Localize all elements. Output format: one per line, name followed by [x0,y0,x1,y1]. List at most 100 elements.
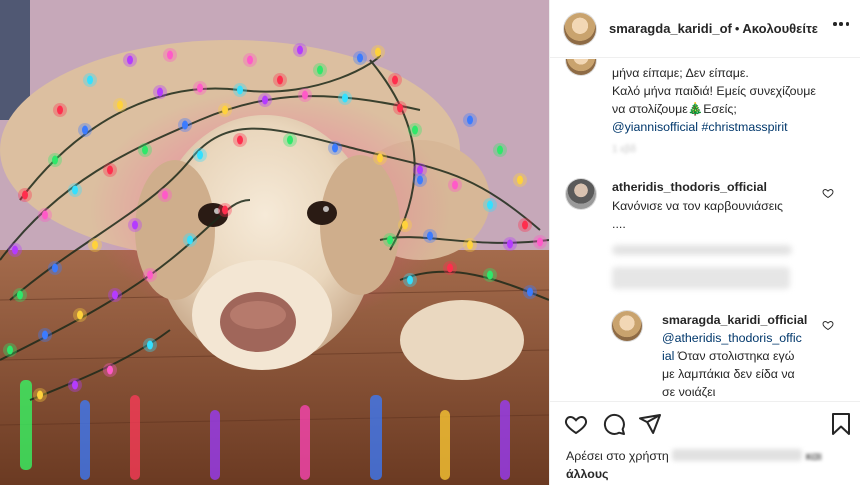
dog-with-christmas-lights-image [0,0,549,485]
reply-username[interactable]: smaragda_karidi_official [662,311,808,329]
reply-mention-link-cont[interactable]: ial [662,349,674,363]
caption-line: να στολίζουμε🎄Εσείς; [612,100,852,118]
likes-others-link[interactable]: άλλους [566,467,608,481]
light-bulb [127,55,133,65]
light-bulb [92,240,98,250]
following-button[interactable]: Ακολουθείτε [742,21,818,36]
light-bulb [22,190,28,200]
comment-text: Κανόνισε να τον καρβουνιάσεις .... [612,197,832,233]
reply-line: σε νοιάζει [662,385,716,399]
light-bulb [77,310,83,320]
post-actions: Αρέσει στο χρήστη και άλλους [550,401,860,485]
light-bulb [317,65,323,75]
light-bulb [117,100,123,110]
light-bulb [157,87,163,97]
caption-author-avatar[interactable] [566,59,596,75]
post-caption: μήνα είπαμε; Δεν είπαμε. Καλό μήνα παιδι… [612,64,852,136]
light-bulb [7,345,13,355]
light-bulb [182,120,188,130]
post-header: smaragda_karidi_of • Ακολουθείτε [550,0,860,58]
comment-like-heart-icon[interactable] [822,187,834,199]
light-bulb [517,175,523,185]
light-bulb [12,245,18,255]
blurred-comment-meta [612,245,792,255]
reply-mention-link[interactable]: @atheridis_thodoris_offic [662,331,802,345]
commenter-avatar[interactable] [566,179,596,209]
light-bulb [487,270,493,280]
caption-mention-link[interactable]: @yiannisofficial [612,120,698,134]
light-bulb [147,340,153,350]
heart-icon[interactable] [564,412,588,436]
reply-like-heart-icon[interactable] [822,319,834,331]
light-bulb [112,290,118,300]
light-bulb [332,143,338,153]
light-bulb [287,135,293,145]
light-bulb [162,190,168,200]
light-bulb [167,50,173,60]
commenter-username[interactable]: atheridis_thodoris_official [612,180,767,194]
author-username[interactable]: smaragda_karidi_of [609,21,732,36]
light-bulb [72,185,78,195]
reply-line: Όταν στολιστηκα εγώ [677,349,795,363]
light-bulb [297,45,303,55]
light-bulb [427,231,433,241]
christmas-tree-emoji-icon: 🎄 [687,102,704,116]
light-bulb [187,235,193,245]
light-bulb [37,390,43,400]
light-bulb [87,75,93,85]
light-bulb [197,150,203,160]
light-bulb [407,275,413,285]
light-bulb [527,287,533,297]
likes-prefix: Αρέσει στο χρήστη [566,449,669,463]
light-bulb [147,270,153,280]
comment-icon[interactable] [602,412,626,436]
likes-summary: Αρέσει στο χρήστη και άλλους [566,447,846,483]
more-horizontal-icon[interactable] [833,22,849,26]
light-bulb [397,103,403,113]
light-bulb [57,105,63,115]
blurred-liker-name[interactable] [672,449,803,461]
comment-line: .... [612,217,626,231]
light-bulb [222,205,228,215]
comments-section[interactable]: μήνα είπαμε; Δεν είπαμε. Καλό μήνα παιδι… [550,59,860,401]
light-bulb [357,53,363,63]
light-bulb [142,145,148,155]
light-bulb [467,240,473,250]
paper-plane-icon[interactable] [638,412,662,436]
light-bulb [452,180,458,190]
caption-line: Καλό μήνα παιδιά! Εμείς συνεχίζουμε [612,84,816,98]
reply-line: με λαμπάκια δεν είδα να [662,367,795,381]
light-bulb [387,235,393,245]
caption-line: μήνα είπαμε; Δεν είπαμε. [612,66,749,80]
caption-hashtag-link[interactable]: #christmasspirit [702,120,788,134]
author-avatar[interactable] [564,12,596,45]
light-bulb [132,220,138,230]
light-bulb [412,125,418,135]
header-text: smaragda_karidi_of • Ακολουθείτε [609,21,818,36]
light-bulb [402,220,408,230]
light-bulb [72,380,78,390]
caption-text: να στολίζουμε [612,102,688,116]
light-bulb [247,55,253,65]
light-bulb [17,290,23,300]
light-bulb [497,145,503,155]
light-bulb [82,125,88,135]
light-bulb [302,90,308,100]
light-bulb [375,47,381,57]
caption-line: @yiannisofficial #christmasspirit [612,118,852,136]
post-photo[interactable] [0,0,549,485]
light-bulb [222,105,228,115]
reply-text: smaragda_karidi_official @atheridis_thod… [662,311,808,401]
light-bulb [262,95,268,105]
light-bulb [52,155,58,165]
light-bulb [342,93,348,103]
light-bulb [197,83,203,93]
reply-author-avatar[interactable] [612,311,642,341]
light-bulb [52,263,58,273]
bookmark-icon[interactable] [829,412,853,436]
light-bulb [417,175,423,185]
light-bulb [107,165,113,175]
light-bulb [537,237,543,247]
light-bulb [237,135,243,145]
light-bulb [447,263,453,273]
